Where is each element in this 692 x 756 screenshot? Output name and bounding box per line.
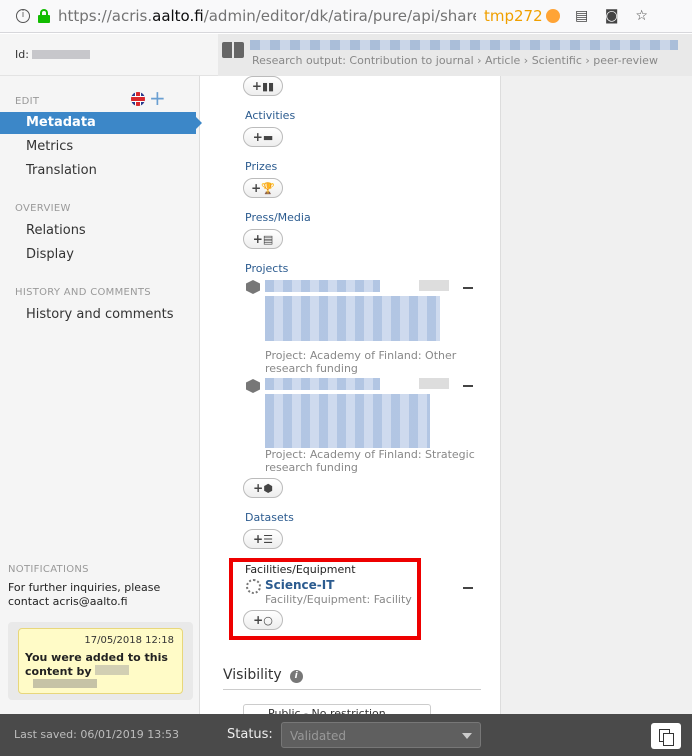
add-activity-button[interactable]: +▬ bbox=[243, 127, 283, 147]
project-cube-icon bbox=[246, 379, 260, 393]
sidebar-item-translation[interactable]: Translation bbox=[26, 163, 97, 178]
project-meta-redacted bbox=[419, 280, 449, 291]
title-redacted bbox=[250, 40, 678, 50]
visibility-title: Visibility bbox=[223, 667, 282, 683]
url-field[interactable]: https://acris.aalto.fi/admin/editor/dk/a… bbox=[58, 7, 476, 25]
add-facility-button[interactable]: +○ bbox=[243, 610, 283, 630]
browser-url-bar: i https://acris.aalto.fi/admin/editor/dk… bbox=[0, 0, 692, 33]
footer-bar: Last saved: 06/01/2019 13:53 Status: Val… bbox=[0, 714, 692, 756]
sidebar-item-history[interactable]: History and comments bbox=[26, 307, 174, 322]
project-cube-icon bbox=[246, 280, 260, 294]
add-book-button[interactable]: +▮▮ bbox=[243, 76, 283, 96]
right-panel bbox=[500, 76, 692, 714]
status-value: Validated bbox=[290, 729, 346, 743]
uk-flag-icon[interactable] bbox=[131, 92, 145, 106]
sidebar-item-display[interactable]: Display bbox=[26, 247, 74, 262]
sidebar-item-metrics[interactable]: Metrics bbox=[26, 139, 73, 154]
notification-note[interactable]: 17/05/2018 12:18 You were added to this … bbox=[18, 628, 183, 694]
visibility-divider bbox=[223, 689, 481, 690]
url-path: /admin/editor/dk/atira/pure/api/shared/ bbox=[203, 7, 476, 25]
sidebar-item-metadata[interactable]: Metadata bbox=[0, 112, 202, 134]
sidebar: EDIT + Metadata Metrics Translation OVER… bbox=[0, 76, 202, 714]
pocket-icon[interactable]: ◙ bbox=[604, 8, 620, 24]
sidebar-item-relations[interactable]: Relations bbox=[26, 223, 86, 238]
facility-ring-icon bbox=[246, 579, 261, 594]
press-label: Press/Media bbox=[245, 211, 311, 224]
project-subtitle: Project: Academy of Finland: Strategic r… bbox=[265, 448, 475, 474]
sidebar-item-label: Metadata bbox=[26, 115, 96, 130]
notification-user-redacted bbox=[95, 665, 129, 675]
add-language-icon[interactable]: + bbox=[149, 88, 166, 108]
remove-project-icon[interactable] bbox=[463, 385, 473, 387]
add-prize-button[interactable]: +🏆 bbox=[243, 178, 283, 198]
container-badge[interactable]: tmp272 bbox=[484, 7, 560, 25]
project-detail-redacted bbox=[265, 296, 440, 341]
bookmark-star-icon[interactable]: ☆ bbox=[634, 8, 650, 24]
remove-project-icon[interactable] bbox=[463, 287, 473, 289]
breadcrumb: Research output: Contribution to journal… bbox=[252, 54, 658, 67]
notifications-heading: NOTIFICATIONS bbox=[8, 564, 89, 575]
facilities-label: Facilities/Equipment bbox=[245, 563, 356, 576]
project-title-redacted[interactable] bbox=[265, 378, 380, 390]
page-info-icon[interactable]: i bbox=[16, 9, 30, 23]
editor-header: Id: Research output: Contribution to jou… bbox=[0, 34, 692, 76]
info-icon[interactable]: i bbox=[289, 670, 303, 683]
project-subtitle: Project: Academy of Finland: Other resea… bbox=[265, 349, 457, 375]
projects-label: Projects bbox=[245, 262, 289, 275]
id-value-redacted bbox=[32, 50, 90, 59]
activities-label: Activities bbox=[245, 109, 296, 122]
overview-heading: OVERVIEW bbox=[15, 203, 71, 214]
remove-facility-icon[interactable] bbox=[463, 587, 473, 589]
add-dataset-button[interactable]: +☰ bbox=[243, 529, 283, 549]
datasets-label: Datasets bbox=[245, 511, 294, 524]
status-label: Status: bbox=[227, 727, 273, 742]
book-icon bbox=[222, 40, 244, 60]
url-host: aalto.fi bbox=[152, 7, 204, 25]
copy-icon[interactable] bbox=[651, 723, 681, 749]
id-label: Id: bbox=[15, 48, 29, 61]
container-dot-icon bbox=[545, 9, 560, 23]
project-title-redacted[interactable] bbox=[265, 280, 380, 292]
url-prefix: https://acris. bbox=[58, 7, 153, 25]
add-press-button[interactable]: +▤ bbox=[243, 229, 283, 249]
last-saved: Last saved: 06/01/2019 13:53 bbox=[14, 728, 179, 741]
visibility-heading: Visibility i bbox=[223, 667, 303, 683]
add-project-button[interactable]: +⬢ bbox=[243, 478, 283, 498]
prizes-label: Prizes bbox=[245, 160, 278, 173]
edit-heading: EDIT bbox=[15, 96, 40, 107]
facility-subtitle: Facility/Equipment: Facility bbox=[265, 593, 412, 606]
project-detail-redacted bbox=[265, 394, 430, 448]
facility-name-link[interactable]: Science-IT bbox=[265, 578, 334, 592]
notification-user-redacted bbox=[33, 679, 97, 688]
lock-icon[interactable] bbox=[38, 9, 50, 23]
project-meta-redacted bbox=[419, 378, 449, 389]
chevron-down-icon bbox=[462, 733, 472, 739]
notifications-text: For further inquiries, please contact ac… bbox=[8, 581, 161, 608]
notification-date: 17/05/2018 12:18 bbox=[84, 635, 174, 646]
history-heading: HISTORY AND COMMENTS bbox=[15, 287, 151, 298]
main-panel: +▮▮ Activities +▬ Prizes +🏆 Press/Media … bbox=[201, 76, 501, 718]
container-label: tmp272 bbox=[484, 7, 543, 25]
status-select[interactable]: Validated bbox=[281, 722, 481, 748]
reader-view-icon[interactable]: ▤ bbox=[574, 8, 590, 24]
